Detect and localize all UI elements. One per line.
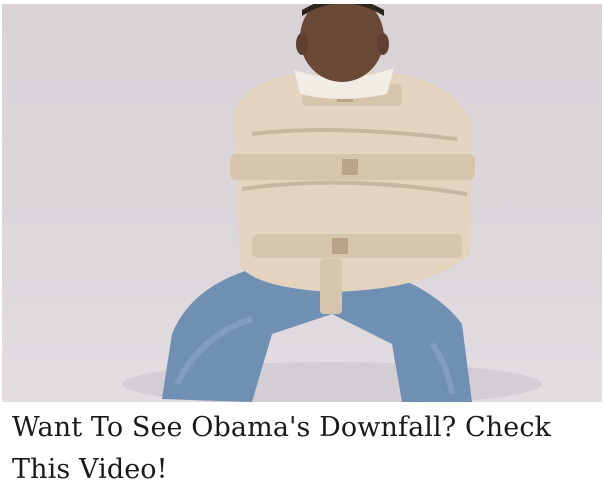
ad-headline[interactable]: Want To See Obama's Downfall? Check This… <box>12 407 597 491</box>
ad-photo[interactable] <box>2 4 602 402</box>
photo-placeholder-icon <box>122 4 542 402</box>
ad-card[interactable]: Want To See Obama's Downfall? Check This… <box>0 0 604 496</box>
